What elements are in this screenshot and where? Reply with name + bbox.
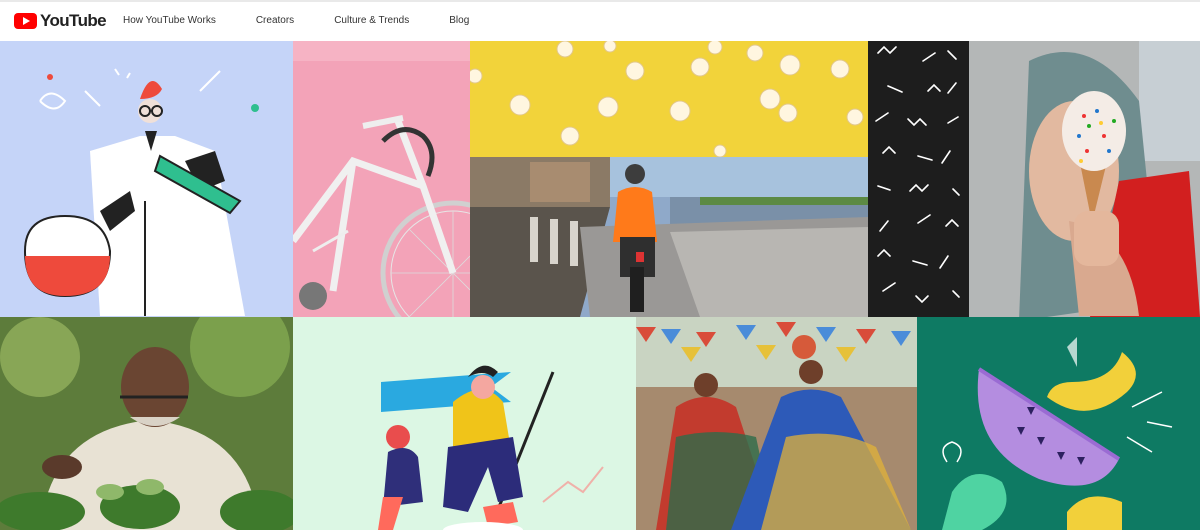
ice-cream-photo	[969, 41, 1200, 317]
tile-hikers-illustration[interactable]	[293, 317, 636, 530]
tile-pink-bicycle-photo[interactable]	[293, 41, 470, 317]
scientist-illustration	[0, 41, 293, 317]
motorbike-river-photo	[470, 157, 868, 317]
site-header: YouTube How YouTube Works Creators Cultu…	[0, 0, 1200, 41]
hikers-illustration	[293, 317, 636, 530]
youtube-play-icon	[14, 13, 37, 29]
main-nav: How YouTube Works Creators Culture & Tre…	[123, 15, 509, 26]
nav-blog[interactable]: Blog	[449, 15, 469, 26]
nav-how-youtube-works[interactable]: How YouTube Works	[123, 15, 216, 26]
pink-bicycle-photo	[293, 41, 470, 317]
popcorn-yellow-photo	[470, 41, 868, 157]
tile-popcorn-yellow-photo[interactable]	[470, 41, 868, 157]
tile-fruit-illustration[interactable]	[917, 317, 1200, 530]
fruit-illustration	[917, 317, 1200, 530]
tile-dancers-photo[interactable]	[636, 317, 917, 530]
tile-squiggle-pattern[interactable]	[868, 41, 969, 317]
tile-ice-cream-photo[interactable]	[969, 41, 1200, 317]
nav-creators[interactable]: Creators	[256, 15, 294, 26]
nav-culture-trends[interactable]: Culture & Trends	[334, 15, 409, 26]
brand-name: YouTube	[40, 11, 107, 30]
gardener-photo	[0, 317, 293, 530]
tile-gardener-photo[interactable]	[0, 317, 293, 530]
youtube-logo[interactable]: YouTube	[14, 11, 107, 31]
tile-motorbike-river-photo[interactable]	[470, 157, 868, 317]
tile-scientist-illustration[interactable]	[0, 41, 293, 317]
squiggle-pattern	[868, 41, 969, 317]
dancers-photo	[636, 317, 917, 530]
